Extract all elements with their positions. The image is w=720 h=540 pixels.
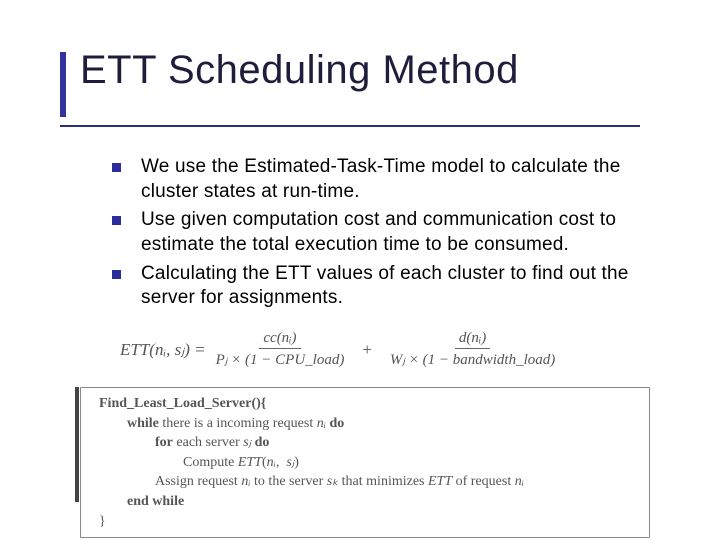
fraction-1: cc(nᵢ) Pⱼ × (1 − CPU_load) [212, 330, 349, 369]
formula-lhs: ETT(nᵢ, sⱼ) = [120, 340, 206, 360]
title-underline [60, 125, 640, 127]
bullet-text: Calculating the ETT values of each clust… [141, 262, 652, 311]
frac1-numerator: cc(nᵢ) [259, 330, 300, 349]
frac2-denominator: Wⱼ × (1 − bandwidth_load) [386, 349, 559, 369]
frac1-denominator: Pⱼ × (1 − CPU_load) [212, 349, 349, 369]
algo-left-bar [75, 387, 79, 502]
slide-title: ETT Scheduling Method [80, 48, 519, 93]
bullet-text: We use the Estimated-Task-Time model to … [141, 155, 652, 204]
bullet-text: Use given computation cost and communica… [141, 208, 652, 257]
bullet-icon [112, 270, 121, 279]
list-item: We use the Estimated-Task-Time model to … [112, 155, 652, 204]
plus-sign: + [362, 340, 372, 360]
fraction-2: d(nᵢ) Wⱼ × (1 − bandwidth_load) [386, 330, 559, 369]
title-accent-bar [60, 52, 66, 117]
list-item: Calculating the ETT values of each clust… [112, 262, 652, 311]
bullet-list: We use the Estimated-Task-Time model to … [112, 155, 652, 315]
algorithm-box: Find_Least_Load_Server(){ while there is… [80, 387, 650, 538]
frac2-numerator: d(nᵢ) [455, 330, 490, 349]
bullet-icon [112, 216, 121, 225]
formula: ETT(nᵢ, sⱼ) = cc(nᵢ) Pⱼ × (1 − CPU_load)… [120, 330, 660, 381]
algo-line-1: Find_Least_Load_Server(){ [99, 396, 266, 411]
list-item: Use given computation cost and communica… [112, 208, 652, 257]
bullet-icon [112, 163, 121, 172]
